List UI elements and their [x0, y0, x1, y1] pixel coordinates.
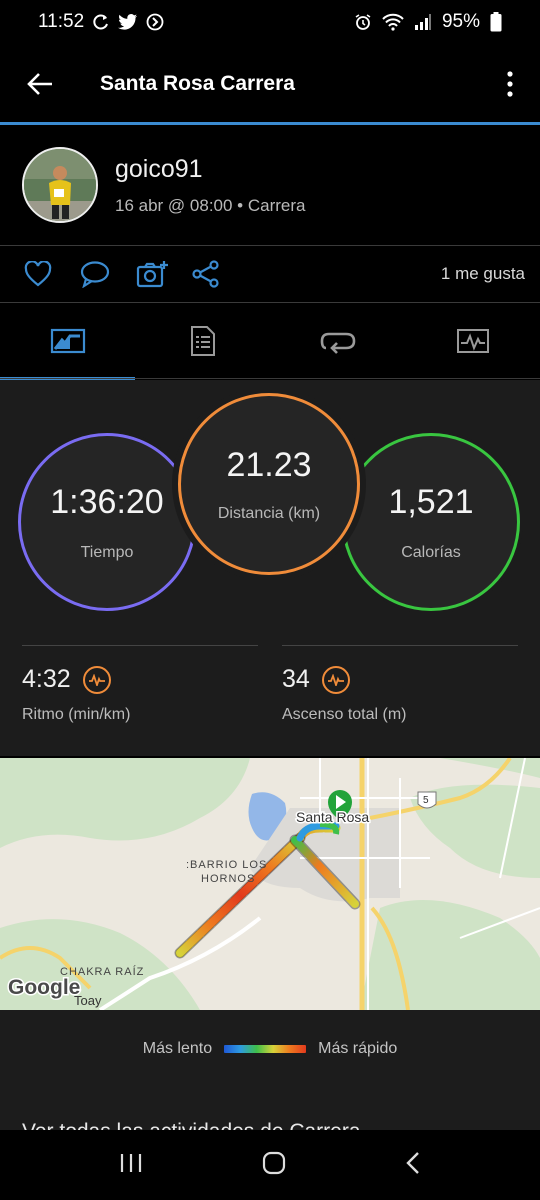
time-label: Tiempo: [80, 543, 134, 561]
twitter-icon: [118, 14, 138, 30]
laps-icon: [320, 332, 355, 354]
share-icon: [192, 260, 219, 288]
time-value: 1:36:20: [50, 482, 164, 521]
google-logo: Google: [8, 976, 80, 999]
map-label-barrio: :BARRIO LOS: [186, 859, 267, 871]
tab-charts[interactable]: [405, 304, 540, 378]
ascent-pulse-icon[interactable]: [321, 665, 350, 694]
route-segment: [176, 834, 304, 957]
runner-photo-icon: [24, 149, 96, 221]
divider: [282, 645, 518, 646]
heart-icon: [24, 261, 52, 287]
like-button[interactable]: [24, 246, 80, 302]
tab-laps[interactable]: [270, 304, 405, 378]
comment-button[interactable]: [80, 246, 136, 302]
home-icon: [262, 1151, 286, 1174]
home-button[interactable]: [262, 1151, 286, 1180]
tab-bar: [0, 304, 540, 380]
ascent-value: 34: [282, 665, 310, 693]
tab-details[interactable]: [135, 304, 270, 378]
back-button[interactable]: [0, 44, 80, 124]
arrow-back-icon: [27, 73, 52, 95]
pace-pulse-icon[interactable]: [82, 665, 111, 694]
system-nav-bar: [0, 1130, 540, 1200]
add-photo-button[interactable]: [136, 246, 192, 302]
park-area: [0, 758, 250, 848]
legend-slow-label: Más lento: [142, 1040, 213, 1057]
divider: [0, 302, 540, 303]
app-notification-icon: [146, 13, 164, 31]
chevron-left-icon: [405, 1151, 419, 1174]
app-bar: Santa Rosa Carrera: [0, 44, 540, 124]
social-actions: 1 me gusta: [0, 246, 540, 302]
more-options-button[interactable]: [480, 44, 540, 124]
pace-label: Ritmo (min/km): [22, 706, 131, 723]
divider: [22, 645, 258, 646]
distance-ring: 21.23 Distancia (km): [178, 393, 360, 575]
stats-panel: 1:36:20 Tiempo 1,521 Calorías 21.23 Dist…: [0, 380, 540, 756]
recent-apps-button[interactable]: [119, 1152, 143, 1179]
divider: [0, 378, 540, 379]
pace-value: 4:32: [22, 665, 71, 693]
wifi-icon: [382, 13, 404, 31]
avatar[interactable]: [22, 147, 98, 223]
map-label-route-number: 5: [423, 795, 429, 806]
route-map[interactable]: Santa Rosa :BARRIO LOS HORNOS CHAKRA RAÍ…: [0, 758, 540, 1010]
calories-value: 1,521: [388, 482, 474, 521]
ascent-stat: 34 Ascenso total (m): [282, 645, 518, 724]
recents-icon: [121, 1153, 142, 1172]
map-label-barrio-2: HORNOS: [201, 873, 255, 885]
likes-count[interactable]: 1 me gusta: [441, 264, 525, 284]
pulse-icon: [88, 673, 105, 686]
chart-pulse-icon: [456, 329, 489, 353]
distance-label: Distancia (km): [217, 504, 321, 522]
pulse-icon: [327, 673, 344, 686]
system-back-button[interactable]: [405, 1151, 421, 1180]
username[interactable]: goico91: [115, 155, 305, 184]
activity-meta: 16 abr @ 08:00 • Carrera: [115, 195, 306, 215]
page-title: Santa Rosa Carrera: [100, 72, 295, 95]
comment-icon: [80, 261, 110, 288]
legend-fast-label: Más rápido: [318, 1040, 398, 1057]
sync-icon: [93, 14, 109, 30]
signal-icon: [414, 14, 431, 30]
document-icon: [190, 326, 215, 356]
map-canvas: Santa Rosa :BARRIO LOS HORNOS CHAKRA RAÍ…: [0, 758, 540, 1010]
share-button[interactable]: [192, 246, 248, 302]
more-vert-icon: [507, 71, 513, 97]
status-time: 11:52: [38, 11, 85, 32]
alarm-icon: [355, 14, 371, 30]
status-bar: 11:52 95%: [0, 0, 540, 44]
activity-header: goico91 16 abr @ 08:00 • Carrera: [0, 125, 540, 245]
overview-icon: [50, 328, 85, 354]
ascent-label: Ascenso total (m): [282, 706, 407, 723]
pace-gradient-bar: [224, 1045, 307, 1053]
calories-label: Calorías: [401, 543, 461, 561]
pace-stat: 4:32 Ritmo (min/km): [22, 645, 258, 724]
battery-icon: [490, 12, 502, 32]
map-label-town: Santa Rosa: [296, 809, 369, 825]
distance-value: 21.23: [226, 445, 312, 484]
calories-ring: 1,521 Calorías: [342, 433, 520, 611]
tab-overview[interactable]: [0, 304, 135, 380]
battery-percentage: 95%: [441, 11, 480, 32]
camera-add-icon: [136, 261, 168, 288]
time-ring: 1:36:20 Tiempo: [18, 433, 196, 611]
park-area: [360, 900, 540, 1010]
